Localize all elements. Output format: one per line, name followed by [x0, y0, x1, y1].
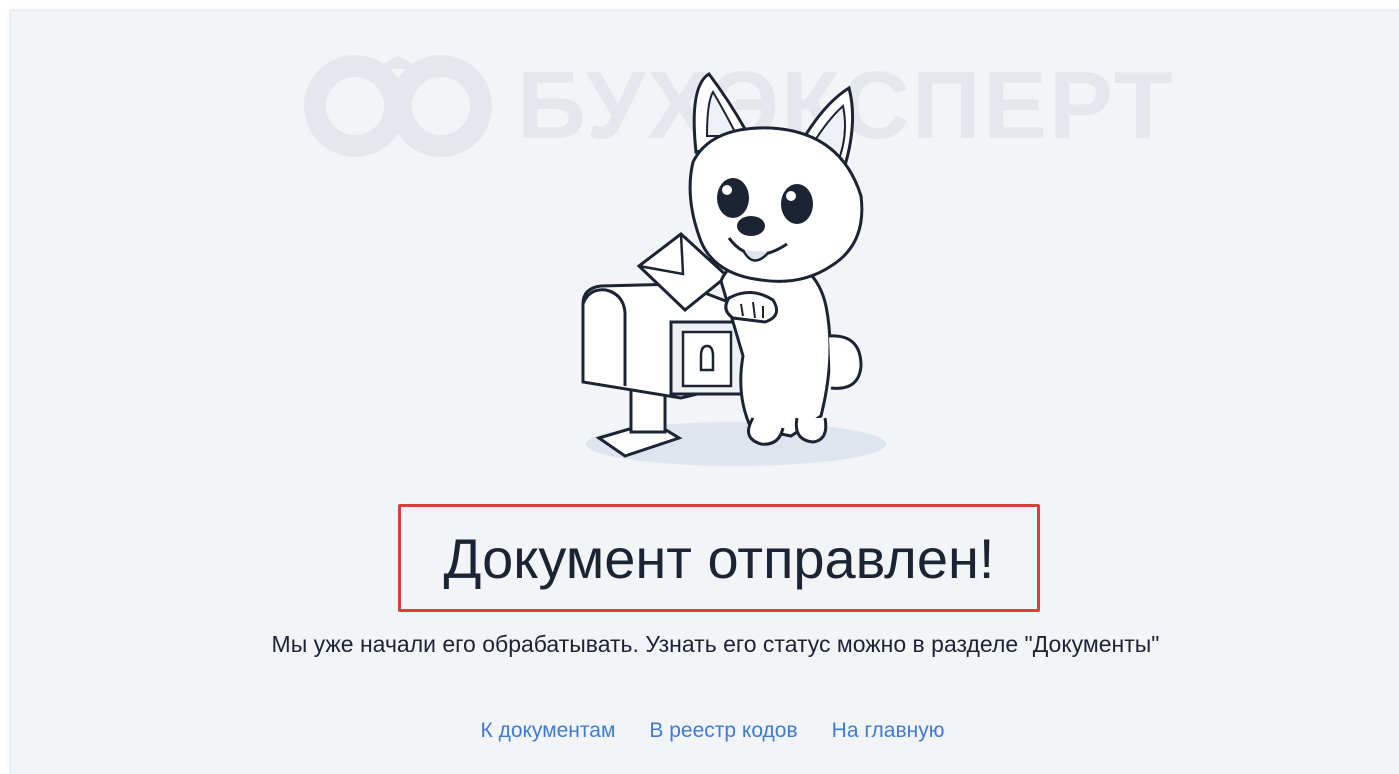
brand-logo-icon	[304, 55, 492, 157]
corgi-mailbox-illustration-icon	[581, 72, 886, 466]
to-home-link[interactable]: На главную	[832, 719, 945, 743]
navigation-links: К документам В реестр кодов На главную	[11, 719, 1399, 743]
title-highlight-box: Документ отправлен!	[398, 504, 1040, 612]
success-page: БУХЭКСПЕРТ	[10, 10, 1399, 774]
to-documents-link[interactable]: К документам	[481, 719, 616, 743]
status-message: Мы уже начали его обрабатывать. Узнать е…	[271, 631, 1160, 657]
page-title: Документ отправлен!	[443, 526, 995, 590]
to-codes-registry-link[interactable]: В реестр кодов	[649, 719, 797, 743]
